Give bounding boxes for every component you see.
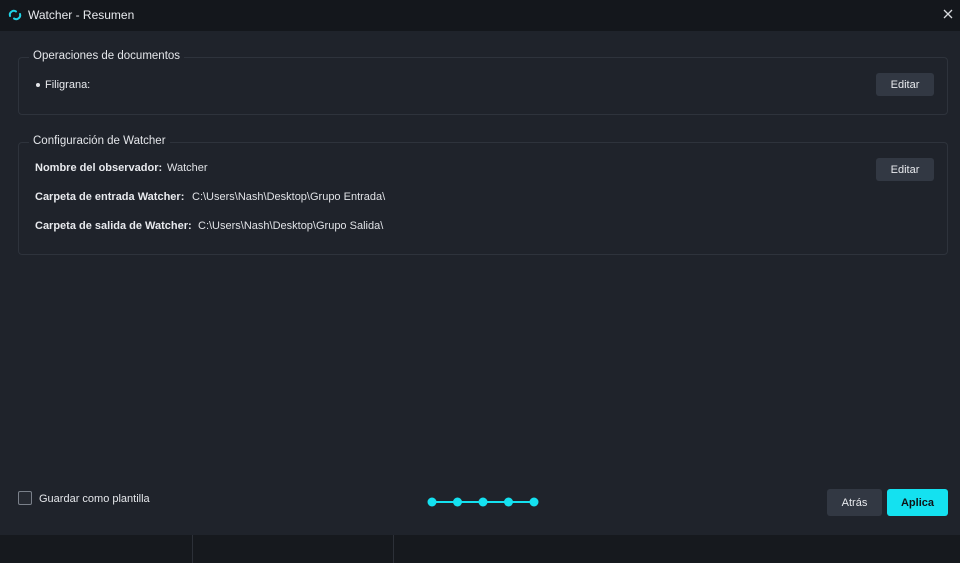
apply-button[interactable]: Aplica — [887, 489, 948, 516]
bullet-icon — [36, 83, 40, 87]
stepper-dot — [478, 497, 488, 507]
edit-watcher-config-button[interactable]: Editar — [876, 158, 934, 181]
observer-name-value: Watcher — [167, 162, 208, 174]
section-title: Operaciones de documentos — [29, 50, 185, 62]
watermark-label: Filigrana: — [45, 79, 91, 91]
close-icon — [943, 6, 953, 24]
output-folder-value: C:\Users\Nash\Desktop\Grupo Salida\ — [198, 220, 384, 232]
status-bar — [0, 535, 960, 563]
window-title: Watcher - Resumen — [28, 8, 135, 22]
save-template-checkbox[interactable] — [18, 491, 32, 505]
watcher-sync-icon — [7, 8, 23, 22]
stepper-dot — [504, 497, 513, 507]
save-template-label: Guardar como plantilla — [39, 493, 150, 505]
edit-document-operations-button[interactable]: Editar — [876, 73, 934, 96]
section-title: Configuración de Watcher — [29, 135, 170, 147]
input-folder-value: C:\Users\Nash\Desktop\Grupo Entrada\ — [192, 191, 386, 203]
watcher-summary-window: Watcher - Resumen Operaciones de documen… — [0, 0, 960, 535]
progress-stepper — [426, 494, 542, 510]
stepper-dot — [427, 497, 437, 507]
observer-name-label: Nombre del observador: — [35, 162, 163, 174]
status-divider — [192, 535, 193, 563]
close-button[interactable] — [938, 5, 958, 25]
output-folder-label: Carpeta de salida de Watcher: — [35, 220, 192, 232]
stepper-dot — [529, 497, 539, 507]
document-operations-section: Operaciones de documentos Filigrana: Edi… — [18, 50, 948, 115]
back-button[interactable]: Atrás — [827, 489, 882, 516]
title-bar: Watcher - Resumen — [0, 0, 960, 31]
watcher-config-section: Configuración de Watcher Nombre del obse… — [18, 135, 948, 255]
input-folder-label: Carpeta de entrada Watcher: — [35, 191, 185, 203]
status-divider — [393, 535, 394, 563]
stepper-graphic — [427, 497, 539, 507]
stepper-dot — [453, 497, 462, 507]
